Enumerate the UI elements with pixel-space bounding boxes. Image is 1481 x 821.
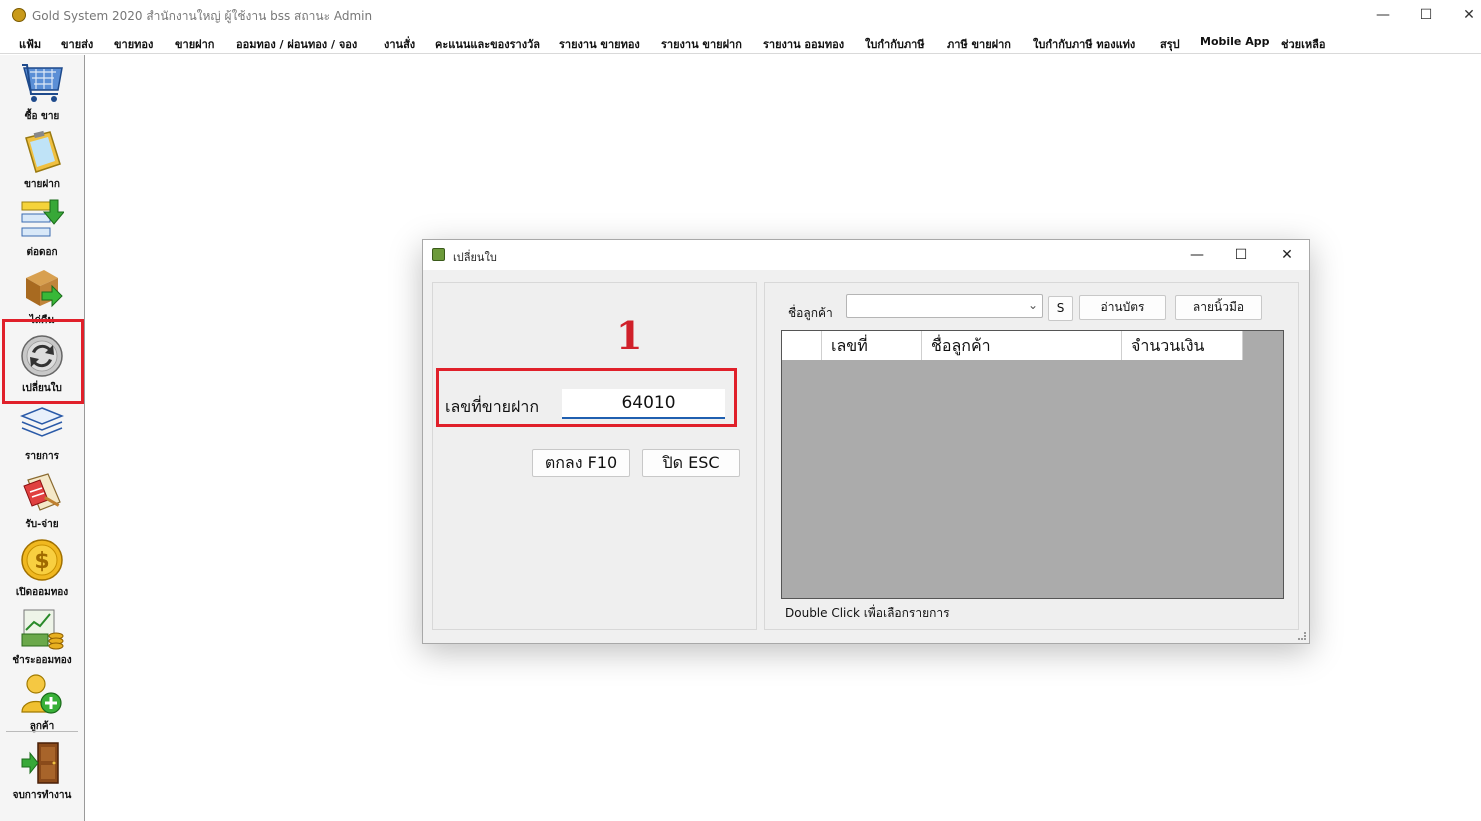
tool-label: รับ-จ่าย — [25, 519, 59, 530]
dialog-titlebar: เปลี่ยนใบ — ☐ ✕ — [423, 240, 1309, 270]
resize-grip[interactable] — [1298, 632, 1306, 640]
menu-report-sell[interactable]: รายงาน ขายทอง — [559, 35, 640, 53]
customer-name-select[interactable]: ⌄ — [846, 294, 1043, 318]
fingerprint-button[interactable]: ลายนิ้วมือ — [1175, 295, 1262, 320]
tool-customer[interactable]: ลูกค้า — [2, 668, 82, 734]
tool-receive-pay[interactable]: รับ-จ่าย — [2, 466, 82, 532]
menu-savings[interactable]: ออมทอง / ผ่อนทอง / จอง — [236, 35, 357, 53]
menu-wholesale[interactable]: ขายส่ง — [61, 35, 93, 53]
menu-file[interactable]: แฟ้ม — [19, 35, 41, 53]
change-ticket-dialog: เปลี่ยนใบ — ☐ ✕ 1 เลขที่ขายฝาก ตกลง F10 … — [422, 239, 1310, 644]
arrow-down-list-icon — [21, 199, 64, 237]
s-button[interactable]: S — [1048, 296, 1073, 321]
dialog-minimize-icon[interactable]: — — [1177, 243, 1217, 267]
menu-report-savings[interactable]: รายงาน ออมทอง — [763, 35, 844, 53]
customer-name-label: ชื่อลูกค้า — [788, 306, 833, 320]
annotation-number: 1 — [616, 313, 643, 358]
dialog-app-icon — [432, 248, 445, 261]
svg-text:$: $ — [34, 549, 49, 574]
tool-label: จบการทำงาน — [12, 790, 72, 801]
tool-buy-sell[interactable]: ซื้อ ขาย — [2, 58, 82, 124]
menu-consignment[interactable]: ขายฝาก — [175, 35, 214, 53]
exit-door-icon — [21, 742, 59, 784]
customer-search-panel: ชื่อลูกค้า ⌄ S อ่านบัตร ลายนิ้วมือ เลขที… — [764, 282, 1299, 630]
app-title: Gold System 2020 สำนักงานใหญ่ ผู้ใช้งาน … — [32, 9, 373, 23]
table-header: เลขที่ ชื่อลูกค้า จำนวนเงิน — [782, 331, 1243, 360]
tool-exit[interactable]: จบการทำงาน — [2, 737, 82, 803]
menu-report-consign[interactable]: รายงาน ขายฝาก — [661, 35, 742, 53]
menu-summary[interactable]: สรุป — [1160, 35, 1180, 53]
menu-help[interactable]: ช่วยเหลือ — [1281, 35, 1325, 53]
app-titlebar: Gold System 2020 สำนักงานใหญ่ ผู้ใช้งาน … — [0, 0, 1481, 30]
menu-mobile-app[interactable]: Mobile App — [1200, 35, 1269, 48]
receipt-icon — [23, 473, 61, 511]
tool-label: ต่อดอก — [26, 247, 58, 258]
read-card-button[interactable]: อ่านบัตร — [1079, 295, 1166, 320]
tool-extend-interest[interactable]: ต่อดอก — [2, 194, 82, 260]
ok-button[interactable]: ตกลง F10 — [532, 449, 630, 477]
dialog-close-icon[interactable]: ✕ — [1267, 243, 1307, 267]
side-toolbar: ซื้อ ขาย ขายฝาก ต่อดอก ไถ่คืน เปลี่ยนใบ … — [0, 55, 85, 821]
maximize-icon[interactable]: ☐ — [1404, 4, 1448, 26]
highlight-box-tool — [2, 319, 84, 404]
clipboard-icon — [25, 130, 61, 173]
menu-bar: แฟ้ม ขายส่ง ขายทอง ขายฝาก ออมทอง / ผ่อนท… — [0, 32, 1481, 54]
menu-bar-tax-invoice[interactable]: ใบกำกับภาษี ทองแท่ง — [1033, 35, 1135, 53]
column-header-select — [782, 331, 822, 360]
column-header-number: เลขที่ — [822, 331, 922, 360]
highlight-box-field — [436, 368, 737, 427]
tool-label: ชำระออมทอง — [12, 655, 72, 666]
tool-consignment[interactable]: ขายฝาก — [2, 126, 82, 192]
column-header-amount: จำนวนเงิน — [1122, 331, 1243, 360]
money-chart-icon — [21, 609, 64, 650]
ticket-entry-panel: 1 เลขที่ขายฝาก ตกลง F10 ปิด ESC — [432, 282, 757, 630]
tool-pay-savings[interactable]: ชำระออมทอง — [2, 602, 82, 668]
menu-points-rewards[interactable]: คะแนนและของรางวัล — [435, 35, 540, 53]
dialog-title: เปลี่ยนใบ — [453, 251, 497, 264]
coin-icon: $ — [21, 539, 63, 581]
dialog-maximize-icon[interactable]: ☐ — [1221, 243, 1261, 267]
table-hint: Double Click เพื่อเลือกรายการ — [785, 606, 950, 620]
menu-orders[interactable]: งานสั่ง — [384, 35, 415, 53]
tool-label: รายการ — [25, 451, 59, 462]
menu-sell-gold[interactable]: ขายทอง — [114, 35, 153, 53]
box-arrow-icon — [26, 270, 63, 308]
tool-label: เปิดออมทอง — [15, 587, 69, 598]
cart-icon — [22, 64, 63, 102]
minimize-icon[interactable]: — — [1361, 4, 1405, 26]
column-header-customer: ชื่อลูกค้า — [922, 331, 1122, 360]
tool-label: ซื้อ ขาย — [24, 111, 60, 122]
layers-icon — [20, 407, 64, 437]
close-button[interactable]: ปิด ESC — [642, 449, 740, 477]
tool-list[interactable]: รายการ — [2, 398, 82, 464]
menu-tax-invoice[interactable]: ใบกำกับภาษี — [865, 35, 925, 53]
close-icon[interactable]: ✕ — [1447, 4, 1481, 26]
toolbar-divider — [6, 731, 78, 732]
app-logo-icon — [12, 8, 26, 22]
results-table[interactable]: เลขที่ ชื่อลูกค้า จำนวนเงิน — [781, 330, 1284, 599]
tool-open-savings[interactable]: $ เปิดออมทอง — [2, 534, 82, 600]
tool-label: ขายฝาก — [24, 179, 60, 190]
add-user-icon — [21, 674, 62, 714]
menu-consign-tax[interactable]: ภาษี ขายฝาก — [947, 35, 1011, 53]
chevron-down-icon: ⌄ — [1027, 298, 1038, 312]
